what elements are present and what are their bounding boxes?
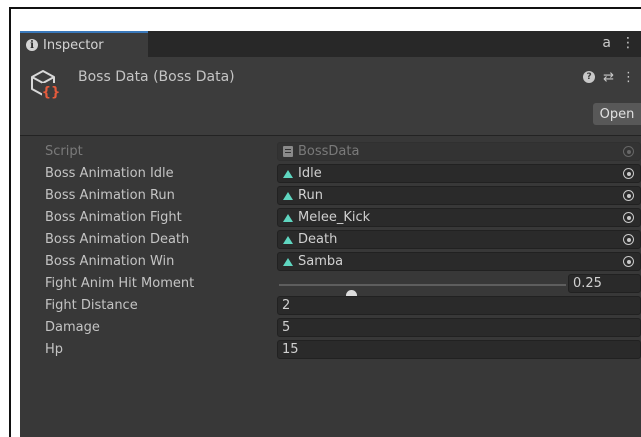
property-label: Boss Animation Fight	[45, 210, 182, 225]
property-label: Boss Animation Run	[45, 188, 175, 203]
boss-animation-fight-field[interactable]: Melee_Kick	[277, 208, 641, 227]
tab-tools: a ⋮	[602, 35, 635, 51]
property-label: Fight Distance	[45, 298, 138, 313]
animation-clip-icon	[282, 257, 294, 267]
animation-clip-icon	[282, 235, 294, 245]
hp-field[interactable]: 15	[277, 340, 641, 359]
property-label: Boss Animation Idle	[45, 166, 174, 181]
tab-bar: i Inspector a ⋮	[20, 31, 641, 57]
open-button[interactable]: Open	[593, 103, 641, 125]
damage-field[interactable]: 5	[277, 318, 641, 337]
field-value: Run	[298, 188, 323, 203]
property-row-boss-animation-idle: Boss Animation Idle Idle	[20, 163, 641, 185]
property-row-fight-distance: Fight Distance 2	[20, 295, 641, 317]
info-icon: i	[26, 39, 38, 51]
fight-distance-field[interactable]: 2	[277, 296, 641, 315]
tab-inspector[interactable]: i Inspector	[20, 31, 148, 57]
property-label: Script	[45, 144, 83, 159]
object-picker-icon[interactable]	[623, 168, 634, 179]
property-label: Fight Anim Hit Moment	[45, 276, 195, 291]
property-row-boss-animation-run: Boss Animation Run Run	[20, 185, 641, 207]
help-icon[interactable]: ?	[583, 71, 596, 83]
property-row-boss-animation-death: Boss Animation Death Death	[20, 229, 641, 251]
object-picker-icon	[623, 146, 634, 157]
inspector-window: i Inspector a ⋮ {} Boss Data (Boss Data)…	[20, 31, 641, 437]
object-picker-icon[interactable]	[623, 212, 634, 223]
preset-icon[interactable]: ⇄	[603, 70, 614, 85]
animation-clip-icon	[282, 191, 294, 201]
boss-animation-idle-field[interactable]: Idle	[277, 164, 641, 183]
script-field: BossData	[277, 142, 641, 161]
tab-label: Inspector	[43, 37, 104, 53]
kebab-menu-icon[interactable]: ⋮	[621, 35, 635, 51]
property-row-boss-animation-win: Boss Animation Win Samba	[20, 251, 641, 273]
property-label: Boss Animation Death	[45, 232, 190, 247]
object-picker-icon[interactable]	[623, 256, 634, 267]
svg-text:{}: {}	[42, 85, 60, 99]
field-value: BossData	[298, 144, 360, 159]
property-row-fight-anim-hit-moment: Fight Anim Hit Moment 0.25	[20, 273, 641, 301]
script-file-icon	[282, 146, 294, 157]
lock-icon[interactable]: a	[602, 35, 611, 51]
asset-title: Boss Data (Boss Data)	[78, 69, 235, 85]
boss-animation-win-field[interactable]: Samba	[277, 252, 641, 271]
property-row-damage: Damage 5	[20, 317, 641, 339]
object-picker-icon[interactable]	[623, 190, 634, 201]
object-picker-icon[interactable]	[623, 234, 634, 245]
property-label: Damage	[45, 320, 100, 335]
hit-moment-value-field[interactable]: 0.25	[568, 274, 641, 293]
asset-header: {} Boss Data (Boss Data) ? ⇄ ⋮ Open	[20, 57, 641, 136]
animation-clip-icon	[282, 213, 294, 223]
field-value: Death	[298, 232, 338, 247]
property-label: Boss Animation Win	[45, 254, 175, 269]
property-list: Script BossData Boss Animation Idle Idle…	[20, 141, 641, 361]
property-row-boss-animation-fight: Boss Animation Fight Melee_Kick	[20, 207, 641, 229]
property-row-script: Script BossData	[20, 141, 641, 163]
field-value: Samba	[298, 254, 344, 269]
context-menu-icon[interactable]: ⋮	[622, 70, 635, 85]
hit-moment-slider-track[interactable]	[279, 284, 566, 301]
field-value: Idle	[298, 166, 322, 181]
field-value: Melee_Kick	[298, 210, 371, 225]
boss-animation-death-field[interactable]: Death	[277, 230, 641, 249]
property-label: Hp	[45, 342, 64, 357]
property-row-hp: Hp 15	[20, 339, 641, 361]
scriptable-object-icon: {}	[31, 70, 60, 99]
animation-clip-icon	[282, 169, 294, 179]
header-tools: ? ⇄ ⋮	[583, 70, 635, 85]
boss-animation-run-field[interactable]: Run	[277, 186, 641, 205]
